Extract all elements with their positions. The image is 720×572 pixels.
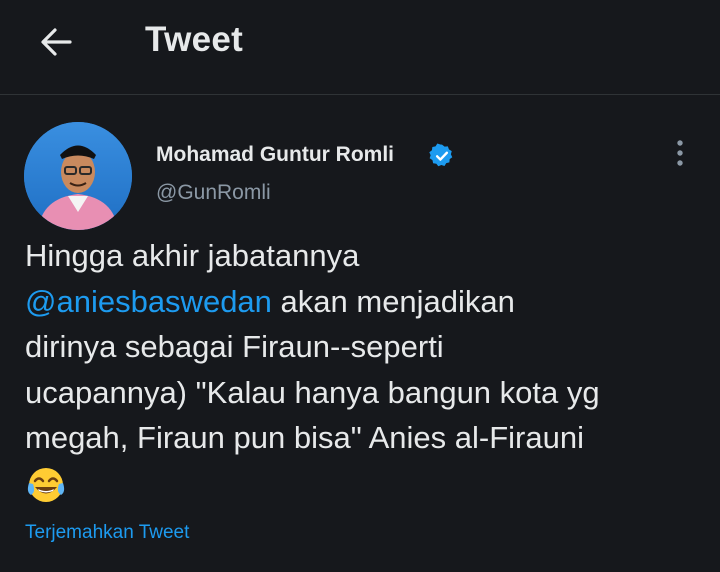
more-vertical-icon: [677, 140, 683, 166]
tears-of-joy-emoji-icon: [27, 468, 65, 502]
author-name[interactable]: Mohamad Guntur Romli: [156, 143, 394, 167]
verified-badge-icon: [429, 143, 453, 167]
tweet-line: dirinya sebagai Firaun--seperti: [25, 329, 444, 364]
arrow-left-icon: [41, 28, 72, 56]
top-bar: Tweet: [0, 0, 720, 95]
tweet-text: Hingga akhir jabatannya @aniesbaswedan a…: [25, 233, 705, 461]
author-handle[interactable]: @GunRomli: [156, 181, 271, 205]
more-options-button[interactable]: [666, 136, 694, 170]
tweet-line: ucapannya) "Kalau hanya bangun kota yg: [25, 374, 600, 410]
tweet-line-text: akan menjadikan: [271, 283, 515, 319]
translate-tweet-link[interactable]: Terjemahkan Tweet: [25, 522, 189, 544]
page-title: Tweet: [145, 20, 244, 59]
mention-link[interactable]: @aniesbaswedan: [25, 284, 272, 319]
avatar[interactable]: [24, 122, 132, 230]
tweet-line: @aniesbaswedan akan menjadikan: [25, 279, 705, 325]
tweet-line: Hingga akhir jabatannya: [25, 238, 360, 273]
back-button[interactable]: [34, 22, 78, 62]
tweet-line: megah, Firaun pun bisa" Anies al-Firauni: [25, 420, 584, 455]
